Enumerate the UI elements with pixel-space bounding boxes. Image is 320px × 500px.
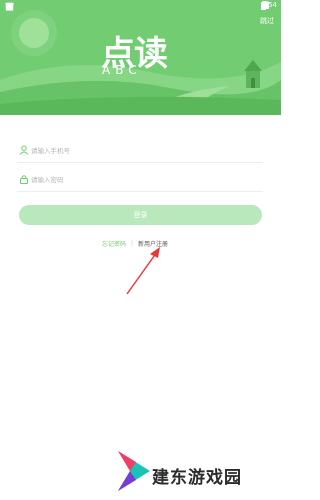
watermark: 建东游戏园 [116,449,256,493]
password-input[interactable] [31,172,251,187]
status-bar: 3:54 [0,0,281,13]
dot-icon [8,5,11,8]
header-banner: 3:54 跳过 点读 ABC [0,0,281,115]
battery-icon [261,1,267,10]
app-logo: 点读 ABC [101,34,183,80]
phone-field [17,140,263,163]
annotation-arrow-icon [126,247,160,295]
watermark-logo-icon [118,451,150,491]
skip-button[interactable]: 跳过 [260,16,274,26]
status-right: 3:54 [261,1,277,10]
watermark-text: 建东游戏园 [152,468,242,488]
logo-sub-text: ABC [102,63,142,77]
lock-icon [20,175,28,184]
password-field [17,169,263,192]
user-icon [19,145,29,155]
phone-input[interactable] [31,143,251,158]
login-button[interactable]: 登录 [19,205,262,225]
